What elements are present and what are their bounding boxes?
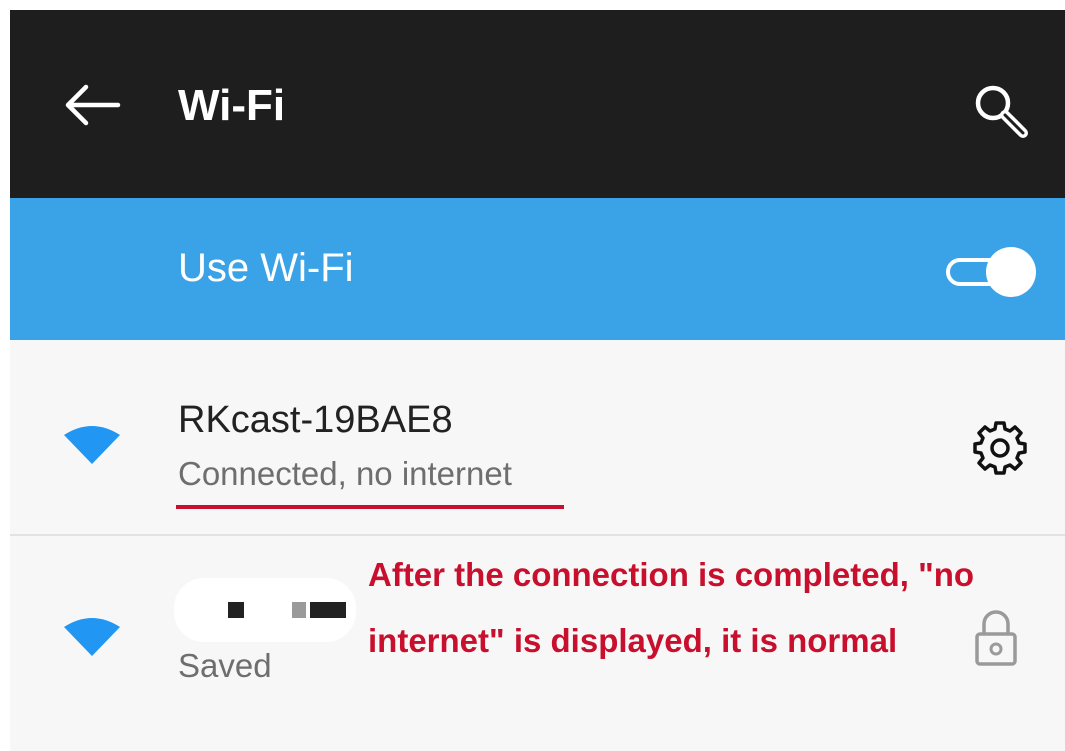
wifi-signal-icon [64, 426, 120, 464]
lock-icon [975, 610, 1017, 666]
annotation-note: After the connection is completed, "no i… [368, 556, 975, 659]
network-row[interactable]: RKcast-19BAE8 Connected, no internet [10, 340, 1065, 534]
toggle-knob [986, 247, 1036, 297]
toolbar: Wi-Fi [10, 10, 1065, 198]
wifi-signal-icon [64, 618, 120, 656]
redaction-block [292, 602, 306, 618]
gear-icon [973, 421, 1027, 475]
use-wifi-label: Use Wi-Fi [178, 246, 354, 290]
wifi-settings-screen: Wi-Fi Use Wi-Fi RKcast-19BAE8 Connected,… [10, 10, 1065, 751]
arrow-left-icon [65, 84, 121, 126]
redaction-block [228, 602, 244, 618]
redaction-block [310, 602, 346, 618]
network-settings-button[interactable] [968, 416, 1032, 480]
use-wifi-bar[interactable]: Use Wi-Fi [10, 198, 1065, 340]
page-title: Wi-Fi [178, 81, 286, 130]
network-name: RKcast-19BAE8 [178, 399, 453, 441]
redacted-network-name [174, 578, 356, 642]
search-button[interactable] [964, 74, 1040, 150]
network-row[interactable]: Saved After the connection is completed,… [10, 536, 1065, 751]
network-status: Saved [178, 647, 272, 684]
back-button[interactable] [54, 72, 130, 138]
red-underline-annotation [176, 505, 564, 509]
search-icon [975, 85, 1028, 138]
network-status: Connected, no internet [178, 455, 512, 492]
wifi-toggle[interactable] [944, 244, 1036, 300]
secured-network-indicator [968, 604, 1024, 670]
